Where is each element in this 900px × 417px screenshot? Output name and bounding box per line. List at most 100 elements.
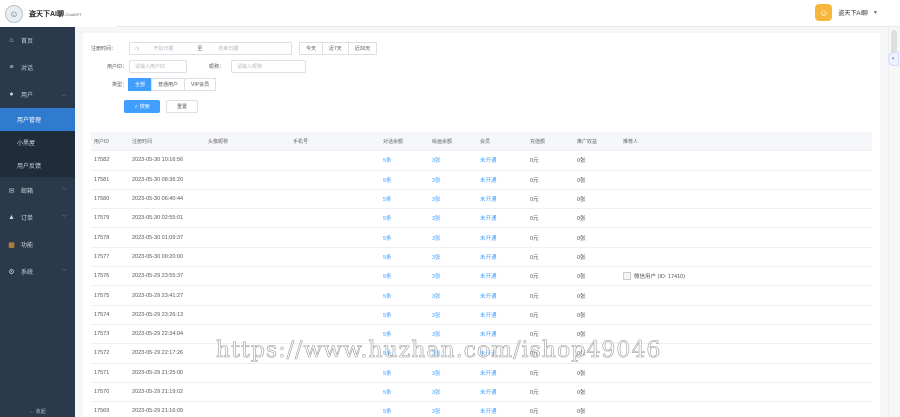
- type-all-radio[interactable]: 全部: [128, 78, 153, 91]
- sidebar-item-orders[interactable]: ▲ 订单 ﹀: [0, 204, 75, 231]
- sidebar-sub-blacklist[interactable]: 小黑屋: [0, 131, 75, 154]
- cell-draw-balance-link[interactable]: 3张: [429, 407, 477, 415]
- cell-vip-link[interactable]: 未开通: [477, 156, 527, 164]
- cell-chat-balance-link[interactable]: 5条: [380, 388, 429, 396]
- col-uid: 用户ID: [94, 138, 110, 145]
- cell-vip-link[interactable]: 未开通: [477, 253, 527, 261]
- calendar-icon: ◷: [135, 45, 140, 52]
- cell-draw-balance-link[interactable]: 3张: [429, 388, 477, 396]
- cell-chat-balance-link[interactable]: 5条: [380, 272, 429, 280]
- table-row[interactable]: 17578 2023-05-30 01:09:37 5条 3张 未开通 0元 0张: [91, 228, 872, 248]
- cell-draw-balance-link[interactable]: 3张: [429, 214, 477, 222]
- nickname-input[interactable]: 请输入昵称: [231, 60, 306, 73]
- table-row[interactable]: 17580 2023-05-30 06:40:44 5条 3张 未开通 0元 0张: [91, 190, 872, 210]
- table-row[interactable]: 17574 2023-05-29 23:26:13 5条 3张 未开通 0元 0张: [91, 306, 872, 325]
- cell-draw-balance-link[interactable]: 3张: [429, 369, 477, 377]
- cell-chat-balance-link[interactable]: 5条: [380, 292, 429, 300]
- referrer-name[interactable]: 微信用户 (ID: 17410): [634, 272, 685, 280]
- caret-down-icon[interactable]: ▼: [873, 10, 878, 16]
- user-name[interactable]: 盗天下AI聊: [838, 8, 868, 17]
- cell-uid: 17578: [94, 234, 110, 241]
- date-range-picker[interactable]: ◷ 开始日期 至 结束日期: [129, 42, 292, 55]
- quick-7days-button[interactable]: 近7天: [322, 42, 349, 55]
- sidebar-item-home[interactable]: ⌂ 首页: [0, 27, 75, 54]
- cell-draw-balance-link[interactable]: 3张: [429, 176, 477, 184]
- sidebar-sub-user-manage[interactable]: 用户管理: [0, 108, 75, 131]
- cell-vip-link[interactable]: 未开通: [477, 292, 527, 300]
- reg-time-label: 注册时间：: [91, 46, 117, 52]
- cell-vip-link[interactable]: 未开通: [477, 311, 527, 319]
- table-row[interactable]: 17573 2023-05-29 22:34:04 5条 3张 未开通 0元 0张: [91, 325, 872, 345]
- cell-reg-time: 2023-05-30 10:16:56: [132, 157, 184, 164]
- table-row[interactable]: 17571 2023-05-29 21:25:00 5条 3张 未开通 0元 0张: [91, 364, 872, 383]
- cell-vip-link[interactable]: 未开通: [477, 388, 527, 396]
- table-row[interactable]: 17569 2023-05-29 21:16:09 5条 3张 未开通 0元 0张: [91, 402, 872, 417]
- user-menu[interactable]: ☺ 盗天下AI聊 ▼: [815, 4, 878, 21]
- table-row[interactable]: 17582 2023-05-30 10:16:56 5条 3张 未开通 0元 0张: [91, 151, 872, 171]
- cell-chat-balance-link[interactable]: 5条: [380, 407, 429, 415]
- cell-reg-time: 2023-05-29 22:34:04: [132, 331, 184, 338]
- cell-vip-link[interactable]: 未开通: [477, 176, 527, 184]
- cell-draw-balance-link[interactable]: 3张: [429, 292, 477, 300]
- table-row[interactable]: 17572 2023-05-29 22:17:26 5条 3张 未开通 0元 0张: [91, 344, 872, 364]
- cell-chat-balance-link[interactable]: 5条: [380, 369, 429, 377]
- table-row[interactable]: 17577 2023-05-30 00:20:00 5条 3张 未开通 0元 0张: [91, 248, 872, 268]
- cell-draw-balance-link[interactable]: 3张: [429, 253, 477, 261]
- cell-reg-time: 2023-05-30 00:20:00: [132, 253, 184, 260]
- quick-today-button[interactable]: 今天: [299, 42, 324, 55]
- cell-chat-balance-link[interactable]: 5条: [380, 253, 429, 261]
- quick-30days-button[interactable]: 近30天: [347, 42, 378, 55]
- start-date-input[interactable]: 开始日期: [153, 45, 197, 52]
- cell-chat-balance-link[interactable]: 5条: [380, 156, 429, 164]
- avatar[interactable]: ☺: [815, 4, 833, 21]
- sidebar-item-system[interactable]: ⚙ 系统 ﹀: [0, 258, 75, 285]
- cell-chat-balance-link[interactable]: 5条: [380, 195, 429, 203]
- table-row[interactable]: 17576 2023-05-29 23:55:37 5条 3张 未开通 0元 0张 微信用户 …: [91, 267, 872, 287]
- gear-icon: ⚙: [8, 268, 15, 276]
- table-row[interactable]: 17581 2023-05-30 08:36:20 5条 3张 未开通 0元 0张: [91, 171, 872, 190]
- cell-chat-balance-link[interactable]: 5条: [380, 176, 429, 184]
- cell-vip-link[interactable]: 未开通: [477, 234, 527, 242]
- cell-vip-link[interactable]: 未开通: [477, 407, 527, 415]
- table-row[interactable]: 17570 2023-05-29 21:19:02 5条 3张 未开通 0元 0张: [91, 383, 872, 403]
- brand[interactable]: ☺ 盗天下AI聊-ChatGPT: [0, 0, 117, 27]
- type-normal-radio[interactable]: 普通用户: [151, 78, 186, 91]
- cell-uid: 17575: [94, 292, 110, 299]
- cell-vip-link[interactable]: 未开通: [477, 195, 527, 203]
- cell-draw-balance-link[interactable]: 3张: [429, 234, 477, 242]
- cell-vip-link[interactable]: 未开通: [477, 349, 527, 357]
- cell-chat-balance-link[interactable]: 5条: [380, 330, 429, 338]
- cell-chat-balance-link[interactable]: 5条: [380, 214, 429, 222]
- cell-draw-balance-link[interactable]: 3张: [429, 311, 477, 319]
- search-button[interactable]: ✓ 搜索: [124, 100, 160, 113]
- sidebar-item-mail[interactable]: ✉ 邮箱 ﹀: [0, 177, 75, 204]
- end-date-input[interactable]: 结束日期: [218, 45, 238, 52]
- uid-input[interactable]: 请输入用户ID: [129, 60, 187, 73]
- reset-button[interactable]: 重置: [166, 100, 198, 113]
- cell-draw-balance-link[interactable]: 3张: [429, 195, 477, 203]
- table-row[interactable]: 17575 2023-05-29 23:41:27 5条 3张 未开通 0元 0张: [91, 286, 872, 306]
- cell-draw-balance-link[interactable]: 3张: [429, 330, 477, 338]
- cell-draw-balance-link[interactable]: 3张: [429, 349, 477, 357]
- cell-vip-link[interactable]: 未开通: [477, 214, 527, 222]
- cell-vip-link[interactable]: 未开通: [477, 272, 527, 280]
- sidebar-item-chat[interactable]: ≡ 对话: [0, 54, 75, 81]
- sidebar-item-features[interactable]: ▦ 功能: [0, 231, 75, 258]
- table-row[interactable]: 17579 2023-05-30 02:55:01 5条 3张 未开通 0元 0张: [91, 209, 872, 229]
- cell-chat-balance-link[interactable]: 5条: [380, 234, 429, 242]
- cell-earnings: 0张: [577, 332, 586, 339]
- brand-name: 盗天下AI聊-ChatGPT: [29, 10, 83, 18]
- cell-vip-link[interactable]: 未开通: [477, 369, 527, 377]
- vertical-scrollbar[interactable]: [888, 27, 900, 417]
- type-vip-radio[interactable]: VIP会员: [184, 78, 217, 91]
- sidebar-sub-feedback[interactable]: 用户反馈: [0, 154, 75, 177]
- cell-chat-balance-link[interactable]: 5条: [380, 311, 429, 319]
- cell-draw-balance-link[interactable]: 3张: [429, 272, 477, 280]
- cell-draw-balance-link[interactable]: 3张: [429, 156, 477, 164]
- collapse-button[interactable]: ← 收起: [0, 408, 75, 415]
- cell-chat-balance-link[interactable]: 5条: [380, 349, 429, 357]
- user-icon: ●: [9, 91, 14, 98]
- assistant-float-icon[interactable]: ◐: [888, 52, 899, 66]
- cell-vip-link[interactable]: 未开通: [477, 330, 527, 338]
- sidebar-item-users[interactable]: ● 用户 ︿: [0, 81, 75, 108]
